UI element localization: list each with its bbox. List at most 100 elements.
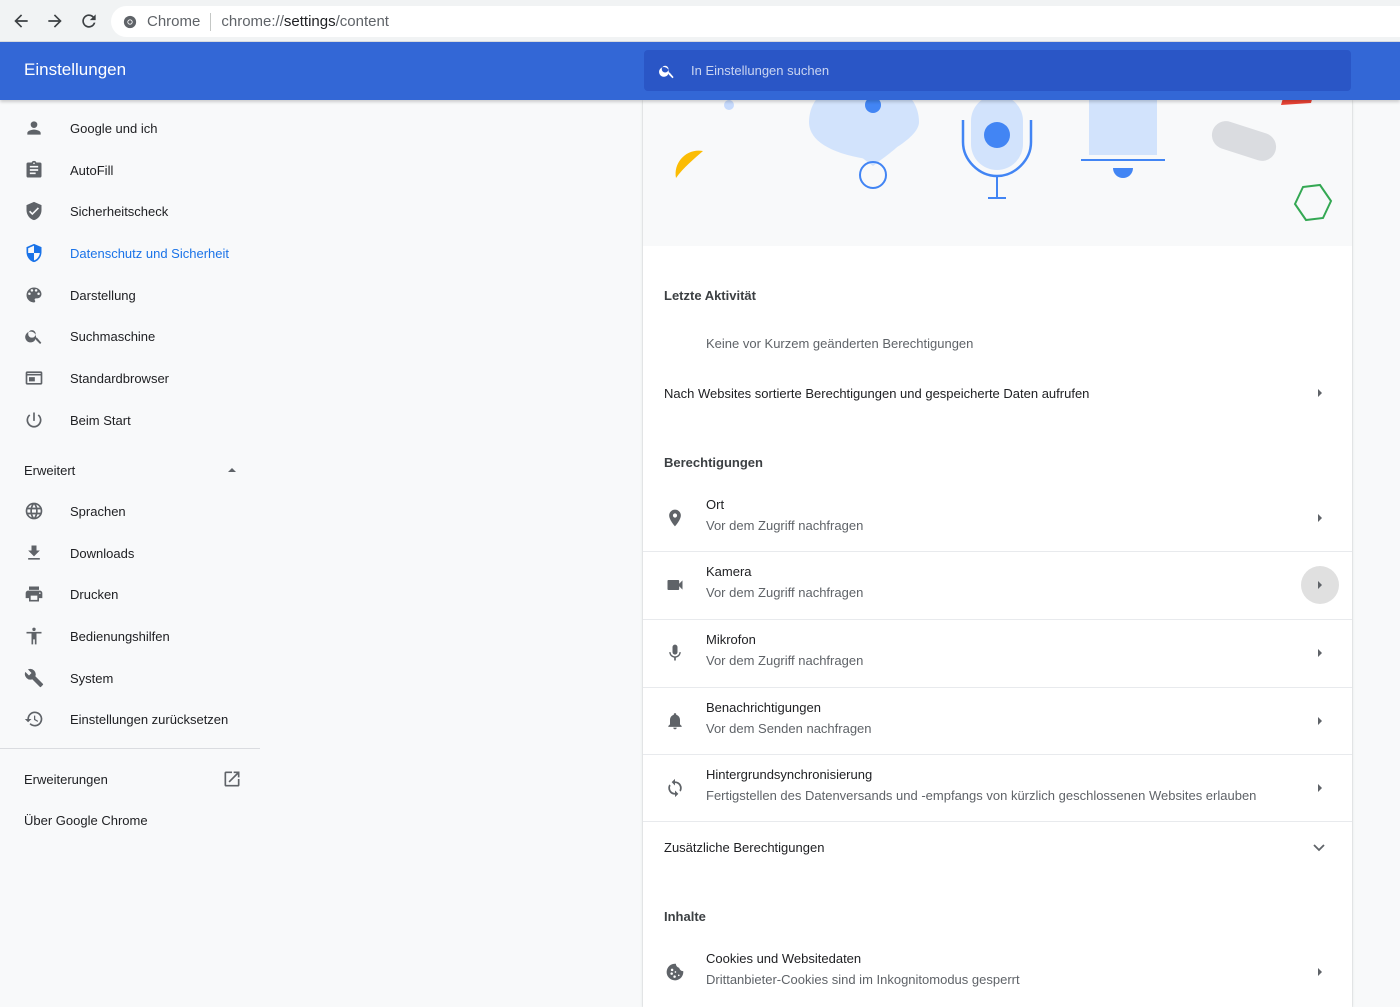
view-all-permissions-row[interactable]: Nach Websites sortierte Berechtigungen u… [643,370,1352,416]
back-button[interactable] [4,4,38,38]
permission-title: Ort [706,497,725,512]
sidebar: Google und ich AutoFill Sicherheitscheck… [0,100,260,1007]
content-status: Drittanbieter-Cookies sind im Inkognitom… [706,972,1020,987]
sidebar-item-system[interactable]: System [0,658,260,698]
content-row-cookies[interactable]: Cookies und Websitedaten Drittanbieter-C… [643,939,1352,1006]
extensions-link[interactable]: Erweiterungen [24,772,108,787]
page-title: Einstellungen [24,60,127,79]
globe-icon [24,501,44,521]
camera-icon [665,575,685,595]
sidebar-item-beim-start[interactable]: Beim Start [0,400,260,440]
chevron-down-icon [1311,839,1327,855]
accessibility-icon [24,626,44,646]
sidebar-divider [0,748,260,749]
arrow-right-icon [1314,387,1326,399]
row-divider [643,821,1352,822]
sidebar-item-label: Suchmaschine [70,328,156,344]
settings-search[interactable] [644,50,1351,91]
sidebar-item-label: Bedienungshilfen [70,628,170,644]
url-host: settings [283,13,336,30]
sync-icon [665,778,685,798]
forward-button[interactable] [38,4,72,38]
power-icon [24,410,44,430]
permission-status: Vor dem Zugriff nachfragen [706,653,864,668]
reload-icon [82,14,96,28]
arrow-right-icon [1301,566,1339,604]
restore-icon [24,709,44,729]
sidebar-item-sicherheitscheck[interactable]: Sicherheitscheck [0,191,260,231]
permission-row-background-sync[interactable]: Hintergrundsynchronisierung Fertigstelle… [643,755,1352,822]
clipboard-icon [24,160,44,180]
sidebar-item-darstellung[interactable]: Darstellung [0,275,260,315]
bell-icon [665,711,685,731]
sidebar-item-suchmaschine[interactable]: Suchmaschine [0,316,260,356]
permission-status: Vor dem Zugriff nachfragen [706,518,864,533]
permission-row-camera[interactable]: Kamera Vor dem Zugriff nachfragen [643,552,1352,619]
open-in-new-icon[interactable] [222,769,242,789]
wrench-icon [24,668,44,688]
sidebar-item-label: AutoFill [70,162,114,178]
arrow-left-icon [14,14,28,28]
sidebar-item-downloads[interactable]: Downloads [0,533,260,573]
shield-check-icon [24,201,44,221]
arrow-right-icon [1314,512,1326,524]
permissions-illustration [643,100,1352,246]
arrow-right-icon [1314,782,1326,794]
download-icon [24,543,44,563]
microphone-icon [665,643,685,663]
address-bar[interactable]: Chrome chrome://settings/content [111,6,1400,37]
url-path: /content [335,13,389,30]
advanced-section-toggle[interactable]: Erweitert [24,463,75,478]
settings-card: Letzte Aktivität Keine vor Kurzem geände… [643,100,1352,1007]
permissions-title: Berechtigungen [664,455,763,470]
illustration-graphic [675,100,1333,222]
sidebar-item-label: Standardbrowser [70,370,169,386]
chrome-logo-icon [123,15,137,29]
sidebar-item-datenschutz[interactable]: Datenschutz und Sicherheit [0,233,260,273]
sidebar-item-standardbrowser[interactable]: Standardbrowser [0,358,260,398]
permission-title: Mikrofon [706,632,756,647]
additional-permissions-row[interactable]: Zusätzliche Berechtigungen [643,824,1352,870]
arrow-right-icon [48,14,62,28]
sidebar-item-label: Google und ich [70,120,158,136]
palette-icon [24,285,44,305]
person-icon [24,118,44,138]
sidebar-item-label: Sicherheitscheck [70,203,169,219]
recent-activity-title: Letzte Aktivität [664,288,756,303]
sidebar-item-label: Drucken [70,586,119,602]
search-input[interactable] [691,63,1291,78]
sidebar-item-label: Einstellungen zurücksetzen [70,711,229,727]
content-title: Cookies und Websitedaten [706,951,862,966]
sidebar-item-label: Datenschutz und Sicherheit [70,245,229,261]
sidebar-item-bedienungshilfen[interactable]: Bedienungshilfen [0,616,260,656]
permission-title: Benachrichtigungen [706,700,821,715]
permission-status: Fertigstellen des Datenversands und -emp… [706,788,1257,803]
search-icon [24,326,44,346]
url-scheme: chrome:// [221,13,284,30]
content-title: Inhalte [664,909,706,924]
arrow-right-icon [1314,647,1326,659]
caret-up-icon[interactable] [226,464,238,476]
view-all-permissions-label: Nach Websites sortierte Berechtigungen u… [664,385,1090,401]
sidebar-item-google-und-ich[interactable]: Google und ich [0,108,260,148]
permission-row-notifications[interactable]: Benachrichtigungen Vor dem Senden nachfr… [643,688,1352,755]
printer-icon [24,584,44,604]
sidebar-item-label: System [70,670,114,686]
cookie-icon [665,962,685,982]
sidebar-item-sprachen[interactable]: Sprachen [0,491,260,531]
browser-toolbar: Chrome chrome://settings/content [0,0,1400,42]
sidebar-item-label: Beim Start [70,412,131,428]
sidebar-item-label: Downloads [70,545,135,561]
about-chrome-link[interactable]: Über Google Chrome [24,813,148,828]
additional-permissions-label: Zusätzliche Berechtigungen [664,839,825,855]
permission-row-location[interactable]: Ort Vor dem Zugriff nachfragen [643,485,1352,552]
arrow-right-icon [1314,715,1326,727]
shield-icon [24,243,44,263]
permission-title: Hintergrundsynchronisierung [706,767,873,782]
reload-button[interactable] [72,4,106,38]
location-icon [665,508,685,528]
permission-row-microphone[interactable]: Mikrofon Vor dem Zugriff nachfragen [643,620,1352,687]
sidebar-item-drucken[interactable]: Drucken [0,574,260,614]
sidebar-item-autofill[interactable]: AutoFill [0,150,260,190]
sidebar-item-zuruecksetzen[interactable]: Einstellungen zurücksetzen [0,699,260,739]
